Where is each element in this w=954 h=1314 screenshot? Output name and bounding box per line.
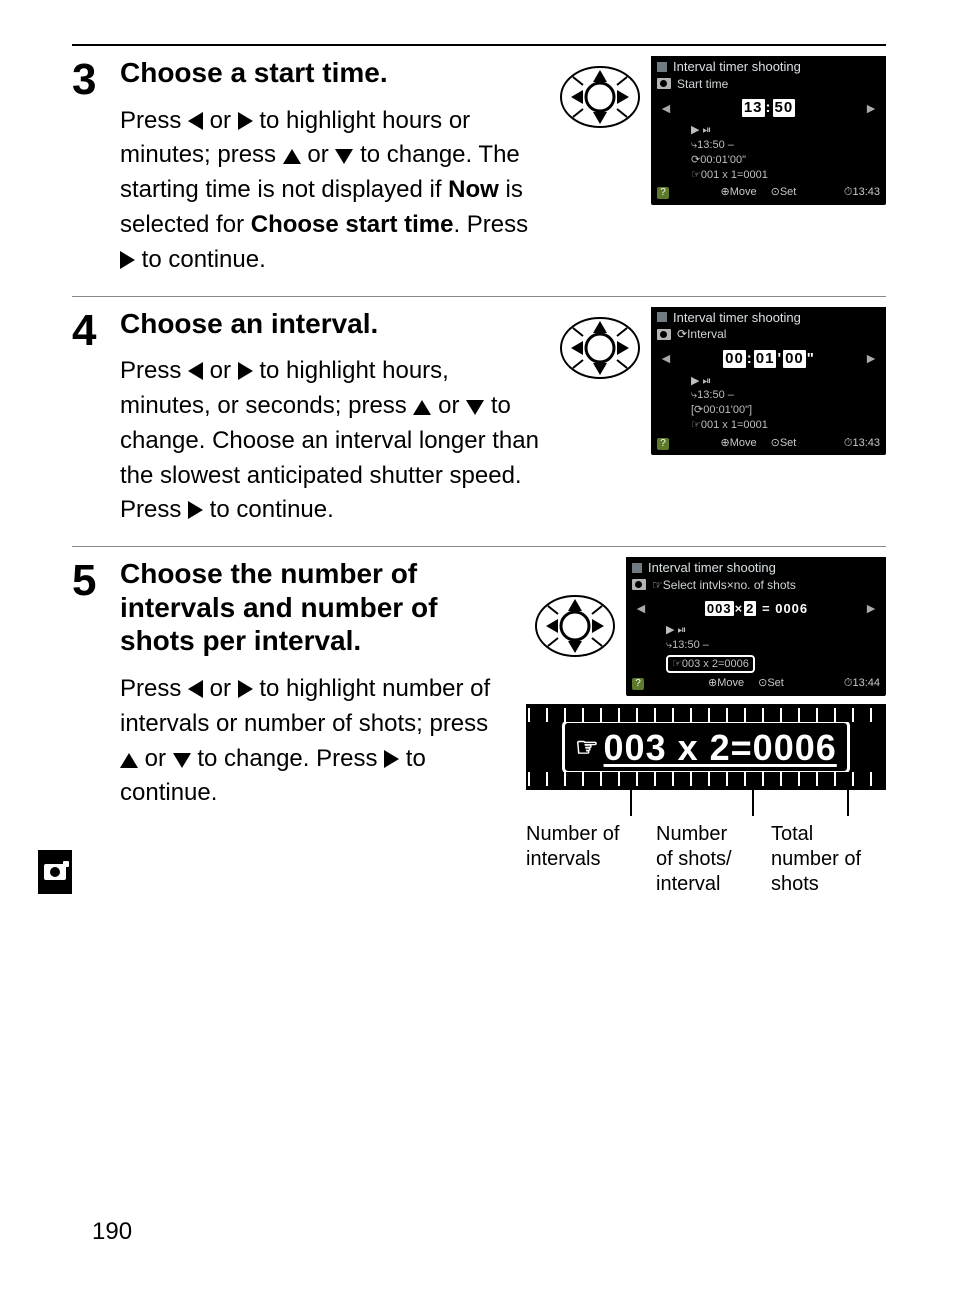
right-icon [238,112,253,130]
multi-selector-icon [559,56,641,138]
left-icon [188,362,203,380]
lcd-right-arrow[interactable]: ► [864,100,878,117]
camera-screen-start-time: Interval timer shooting Start time ◄ 13:… [651,56,886,205]
step-5: 5 Choose the number of intervals and num… [72,557,886,897]
lcd-left-arrow[interactable]: ◄ [659,350,673,367]
camera-icon [44,864,66,880]
down-icon [335,149,353,164]
right-icon [238,680,253,698]
camera-icon [657,78,671,89]
lcd-left-arrow[interactable]: ◄ [659,100,673,117]
step-title: Choose an interval. [120,307,541,341]
up-icon [283,149,301,164]
left-icon [188,680,203,698]
step-title: Choose a start time. [120,56,541,90]
right-icon [188,501,203,519]
step-description: Press or to highlight hours, minutes, or… [120,354,541,528]
right-icon [238,362,253,380]
lcd-start-time-value: 13:50 [741,99,796,117]
left-icon [188,112,203,130]
multi-selector-icon [534,585,616,667]
step-4: 4 Choose an interval. Press or to highli… [72,307,886,529]
lcd-left-arrow[interactable]: ◄ [634,600,648,617]
up-icon [120,753,138,768]
down-icon [466,400,484,415]
down-icon [173,753,191,768]
multi-selector-icon [559,307,641,389]
lcd-highlighted-row: ☞003 x 2=0006 [666,655,755,674]
step-number: 4 [72,307,120,353]
right-icon [120,251,135,269]
lcd-right-arrow[interactable]: ► [864,350,878,367]
lcd-interval-value: 00:01'00" [722,350,815,368]
up-icon [413,400,431,415]
callout-leader-lines [526,790,886,818]
step-title: Choose the number of intervals and numbe… [120,557,508,658]
step-description: Press or to highlight hours or minutes; … [120,104,541,278]
step-3: 3 Choose a start time. Press or to highl… [72,56,886,278]
page-number: 190 [92,1218,132,1246]
camera-screen-intervals-shots: Interval timer shooting ☞Select intvls×n… [626,557,886,696]
section-tab-shooting [38,850,72,894]
step-description: Press or to highlight number of interval… [120,672,508,811]
step-number: 5 [72,557,120,603]
zoomed-highlight-strip: ☞003 x 2=0006 [526,704,886,790]
right-icon [384,750,399,768]
step-number: 3 [72,56,120,102]
lcd-intervals-shots-value: 003×2 = 0006 [704,601,808,617]
callout-labels: Number of intervals Number of shots/ int… [526,822,886,897]
camera-icon [657,329,671,340]
camera-icon [632,579,646,590]
lcd-right-arrow[interactable]: ► [864,600,878,617]
camera-screen-interval: Interval timer shooting ⟳Interval ◄ 00:0… [651,307,886,456]
